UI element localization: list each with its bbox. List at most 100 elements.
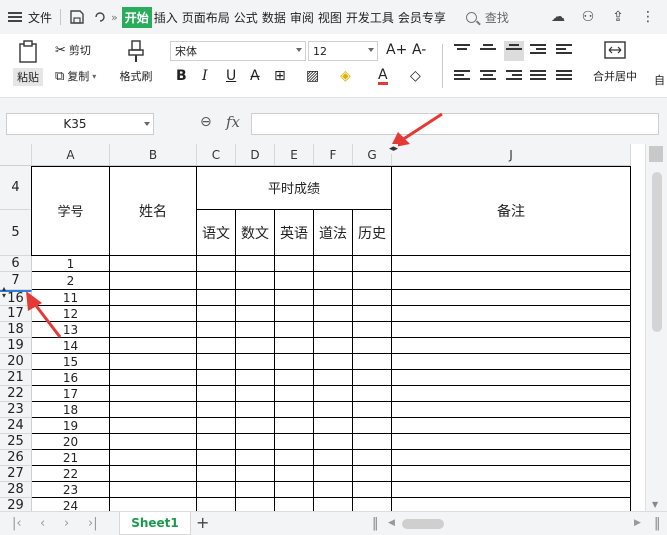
tab-data[interactable]: 数据 [260, 9, 288, 26]
data-cell[interactable] [236, 370, 275, 386]
undo-icon[interactable] [93, 10, 107, 24]
data-cell[interactable] [236, 498, 275, 511]
data-cell[interactable] [275, 434, 314, 450]
row-header[interactable]: 22 [0, 386, 32, 402]
scroll-down-icon[interactable]: ▼ [652, 500, 658, 509]
row-header[interactable]: 29 [0, 498, 32, 511]
row-header[interactable]: 25 [0, 434, 32, 450]
data-cell[interactable] [110, 290, 197, 306]
data-cell[interactable] [275, 338, 314, 354]
data-cell[interactable] [275, 322, 314, 338]
data-cell[interactable] [110, 386, 197, 402]
data-cell[interactable] [110, 272, 197, 290]
column-header-a[interactable]: A [32, 144, 110, 166]
data-cell[interactable] [353, 418, 392, 434]
data-cell[interactable] [110, 466, 197, 482]
data-cell[interactable] [353, 306, 392, 322]
student-id-cell[interactable]: 24 [32, 498, 110, 511]
paste-button[interactable]: 粘贴 [8, 40, 48, 86]
fill-pattern-icon[interactable]: ▨ [306, 68, 319, 84]
data-cell[interactable] [197, 466, 236, 482]
data-cell[interactable] [353, 450, 392, 466]
student-id-cell[interactable]: 19 [32, 418, 110, 434]
save-icon[interactable] [69, 9, 85, 25]
column-header-b[interactable]: B [110, 144, 197, 166]
header-student-id[interactable]: 学号 [32, 166, 110, 256]
tab-page-layout[interactable]: 页面布局 [180, 9, 232, 26]
data-cell[interactable] [275, 306, 314, 322]
search-tab[interactable]: 查找 [465, 9, 509, 26]
row-header[interactable]: 27 [0, 466, 32, 482]
add-sheet-button[interactable]: + [196, 513, 209, 532]
data-cell[interactable] [353, 354, 392, 370]
prev-sheet-icon[interactable]: ‹ [40, 516, 45, 531]
data-cell[interactable] [314, 418, 353, 434]
header-subject[interactable]: 道法 [314, 210, 353, 256]
student-id-cell[interactable]: 23 [32, 482, 110, 498]
row-header[interactable]: 5 [0, 210, 32, 256]
first-sheet-icon[interactable]: |‹ [12, 516, 22, 531]
data-cell[interactable] [236, 338, 275, 354]
data-cell[interactable] [275, 272, 314, 290]
data-cell[interactable] [236, 402, 275, 418]
strikethrough-icon[interactable]: A̶ [250, 68, 260, 84]
data-cell[interactable] [353, 272, 392, 290]
zoom-search-icon[interactable]: ⊖ [200, 114, 212, 130]
data-cell[interactable] [197, 290, 236, 306]
student-id-cell[interactable]: 16 [32, 370, 110, 386]
student-id-cell[interactable]: 15 [32, 354, 110, 370]
data-cell[interactable] [275, 402, 314, 418]
data-cell[interactable] [275, 498, 314, 511]
data-cell[interactable] [392, 272, 631, 290]
data-cell[interactable] [275, 354, 314, 370]
data-cell[interactable] [236, 256, 275, 272]
student-id-cell[interactable]: 21 [32, 450, 110, 466]
align-left-icon[interactable] [454, 70, 470, 84]
last-sheet-icon[interactable]: ›| [88, 516, 98, 531]
data-cell[interactable] [197, 272, 236, 290]
header-subject[interactable]: 英语 [275, 210, 314, 256]
data-cell[interactable] [110, 434, 197, 450]
tab-view[interactable]: 视图 [316, 9, 344, 26]
border-icon[interactable]: ⊞ [274, 68, 286, 84]
row-header[interactable]: 24 [0, 418, 32, 434]
data-cell[interactable] [197, 354, 236, 370]
data-cell[interactable] [392, 354, 631, 370]
indent-increase-icon[interactable] [556, 44, 572, 58]
bold-button[interactable]: B [176, 68, 187, 84]
header-subject[interactable]: 语文 [197, 210, 236, 256]
horizontal-scroll-thumb[interactable] [402, 519, 444, 529]
data-cell[interactable] [392, 306, 631, 322]
font-color-button[interactable]: A [378, 68, 388, 85]
data-cell[interactable] [197, 418, 236, 434]
data-cell[interactable] [353, 338, 392, 354]
header-usual-score[interactable]: 平时成绩 [197, 166, 392, 210]
data-cell[interactable] [314, 482, 353, 498]
data-cell[interactable] [353, 434, 392, 450]
data-cell[interactable] [197, 306, 236, 322]
data-cell[interactable] [236, 450, 275, 466]
tab-member[interactable]: 会员专享 [396, 9, 448, 26]
data-cell[interactable] [353, 466, 392, 482]
data-cell[interactable] [392, 466, 631, 482]
wrap-text-button[interactable]: 自 [654, 72, 665, 88]
data-cell[interactable] [275, 290, 314, 306]
data-cell[interactable] [392, 434, 631, 450]
column-header-d[interactable]: D [236, 144, 275, 166]
data-cell[interactable] [197, 256, 236, 272]
more-icon[interactable]: ⋮ [639, 8, 657, 26]
data-cell[interactable] [275, 482, 314, 498]
data-cell[interactable] [197, 482, 236, 498]
tab-split-handle[interactable]: ‖ [372, 516, 379, 531]
data-cell[interactable] [236, 306, 275, 322]
row-header[interactable]: 26 [0, 450, 32, 466]
data-cell[interactable] [353, 482, 392, 498]
data-cell[interactable] [197, 450, 236, 466]
header-subject[interactable]: 历史 [353, 210, 392, 256]
data-cell[interactable] [314, 306, 353, 322]
user-icon[interactable]: ⚇ [579, 8, 597, 26]
data-cell[interactable] [314, 272, 353, 290]
data-cell[interactable] [353, 402, 392, 418]
data-cell[interactable] [197, 386, 236, 402]
scroll-split-handle[interactable]: ‖ [654, 516, 661, 531]
